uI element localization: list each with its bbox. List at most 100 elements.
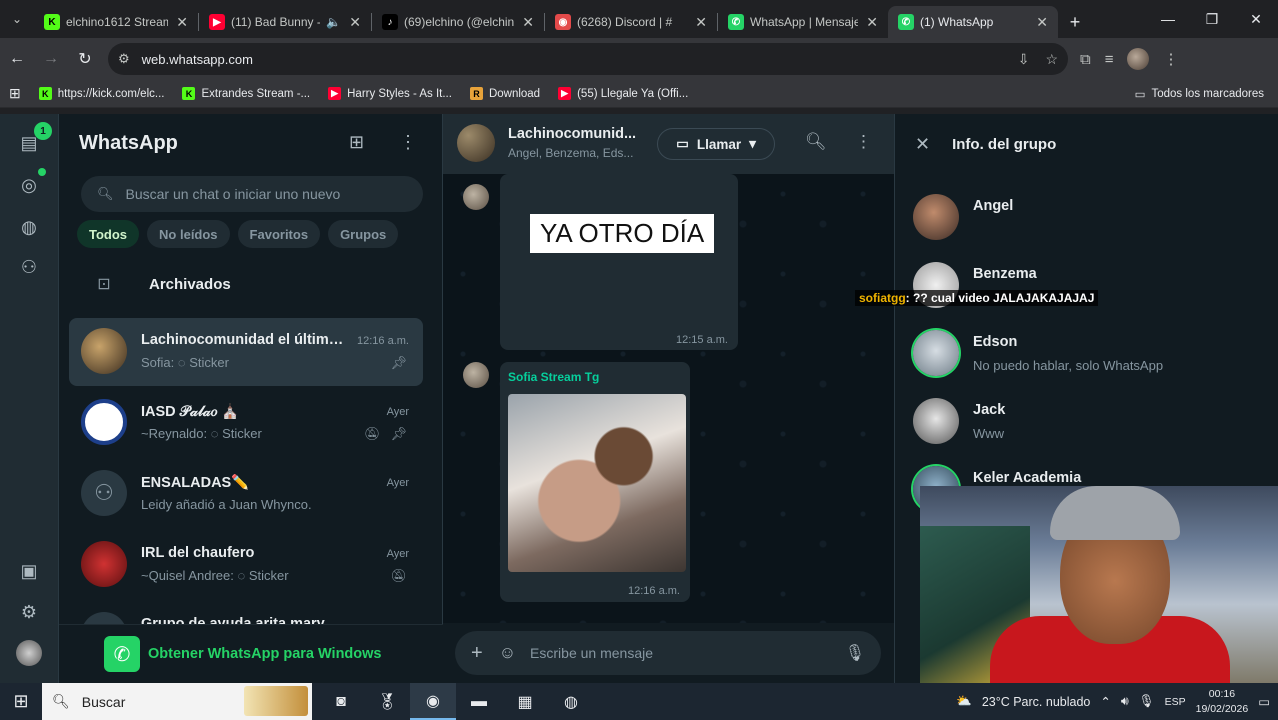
archive-icon: ⊡ [97, 276, 111, 293]
bookmark-item[interactable]: ▶ Harry Styles - As It... [319, 87, 461, 100]
webcam-overlay [920, 486, 1278, 683]
avatar [81, 612, 127, 624]
close-tab-icon[interactable]: ✕ [695, 14, 707, 31]
chevron-down-icon: ▾ [749, 136, 756, 151]
kick-icon: K [182, 87, 196, 100]
new-chat-icon[interactable]: ⊞ [349, 132, 364, 153]
microphone-icon[interactable]: 🎙︎ [845, 643, 865, 663]
show-hidden-icons-icon[interactable]: ⌃ [1100, 694, 1110, 709]
apps-icon[interactable]: ⊞ [0, 85, 30, 102]
install-app-icon[interactable]: ⇩ [1018, 51, 1030, 68]
audio-playing-icon[interactable]: 🔈 [326, 15, 341, 29]
photo-message[interactable]: Sofia Stream Tg 12:16 a.m. [500, 362, 690, 602]
search-icon[interactable]: 🔍︎ [805, 132, 827, 152]
all-bookmarks[interactable]: ▭ Todos los marcadores [1126, 87, 1278, 101]
volume-icon[interactable]: 🔊︎ [1121, 694, 1129, 709]
bookmark-item[interactable]: K https://kick.com/elc... [30, 87, 174, 100]
close-tab-icon[interactable]: ✕ [866, 14, 878, 31]
filter-grupos[interactable]: Grupos [328, 220, 399, 248]
tab-search-dropdown-icon[interactable]: ⌄ [0, 0, 34, 38]
chat-row[interactable]: IRL del chaufero Ayer ~Quisel Andree: ◌ … [69, 531, 423, 599]
bookmark-star-icon[interactable]: ☆ [1045, 51, 1058, 68]
discord-icon: ◉ [555, 14, 571, 30]
chrome-icon[interactable]: ◉ [410, 683, 456, 720]
browser-tab[interactable]: ✆ WhatsApp | Mensaje ✕ [718, 6, 888, 38]
member-row[interactable]: Jack Www [911, 394, 1271, 454]
archived-row[interactable]: ⊡ Archivados [59, 264, 443, 304]
clock[interactable]: 00:16 19/02/2026 [1196, 687, 1249, 717]
folder-icon: ▭ [1134, 88, 1146, 101]
close-tab-icon[interactable]: ✕ [522, 14, 534, 31]
filter-favoritos[interactable]: Favoritos [237, 220, 321, 248]
microphone-icon[interactable]: 🎙︎ [1139, 694, 1155, 709]
windows-start-icon[interactable]: ⊞ [0, 691, 42, 712]
photo-image[interactable] [508, 394, 686, 572]
bookmark-item[interactable]: ▶ (55) Llegale Ya (Offi... [549, 87, 697, 100]
notifications-icon[interactable]: ▭ [1258, 694, 1270, 709]
filter-no-leidos[interactable]: No leídos [147, 220, 230, 248]
new-tab-button[interactable]: + [1058, 6, 1092, 38]
site-info-icon[interactable]: ⚙ [118, 51, 130, 67]
group-name[interactable]: Lachinocomunid... [508, 126, 638, 142]
close-icon[interactable]: ✕ [915, 134, 930, 155]
obs-icon[interactable]: ◍ [548, 683, 594, 720]
member-row[interactable]: Edson No puedo hablar, solo WhatsApp [911, 326, 1271, 386]
status-icon[interactable]: ◎ [16, 172, 42, 198]
browser-tab[interactable]: ▶ (11) Bad Bunny - 🔈 ✕ [199, 6, 371, 38]
restore-icon[interactable]: ❐ [1190, 11, 1234, 28]
bookmark-item[interactable]: K Extrandes Stream -... [173, 87, 319, 100]
close-tab-icon[interactable]: ✕ [349, 14, 361, 31]
call-button[interactable]: ▭ Llamar ▾ [657, 128, 775, 160]
chat-row[interactable]: ⚇ ENSALADAS✏️ Ayer Leidy añadió a Juan W… [69, 460, 423, 528]
settings-icon[interactable]: ⚙ [16, 599, 42, 625]
outlook-icon[interactable]: ◙ [318, 683, 364, 720]
forward-icon[interactable]: → [34, 42, 68, 76]
back-icon[interactable]: ← [0, 42, 34, 76]
avatar [913, 194, 959, 240]
channels-icon[interactable]: ◍ [16, 214, 42, 240]
filter-todos[interactable]: Todos [77, 220, 140, 248]
browser-tab[interactable]: ♪ (69)elchino (@elchino ✕ [372, 6, 544, 38]
search-highlight-image [244, 686, 308, 716]
attach-plus-icon[interactable]: + [471, 642, 483, 665]
reload-icon[interactable]: ↻ [68, 42, 102, 76]
search-input[interactable]: 🔍︎ Buscar un chat o iniciar uno nuevo [81, 176, 423, 212]
member-row[interactable]: Angel [911, 190, 1271, 250]
sticker-message[interactable]: YA OTRO DÍA 12:15 a.m. [500, 174, 738, 350]
get-whatsapp-windows-banner[interactable]: ✆ Obtener WhatsApp para Windows [59, 624, 443, 683]
badge-app-icon[interactable]: 🏅︎ [364, 683, 410, 720]
browser-tab[interactable]: ◉ (6268) Discord | # ✕ [545, 6, 717, 38]
weather-icon[interactable]: ⛅ [956, 694, 972, 709]
status-dot [38, 168, 46, 176]
message-input[interactable]: + ☺ Escribe un mensaje 🎙︎ [455, 631, 881, 675]
address-bar[interactable]: ⚙ web.whatsapp.com ⇩ ☆ [108, 43, 1068, 75]
profile-avatar[interactable] [16, 640, 42, 666]
media-icon[interactable]: ▣ [16, 558, 42, 584]
conversation-header[interactable]: Lachinocomunid... Angel, Benzema, Eds...… [443, 114, 894, 174]
bookmark-item[interactable]: R Download [461, 87, 549, 100]
media-controls-icon[interactable]: ≡ [1105, 51, 1114, 68]
chat-row[interactable]: Grupo de ayuda arita mary [69, 602, 423, 624]
extensions-icon[interactable]: ⧉ [1080, 51, 1091, 68]
group-avatar[interactable] [457, 124, 495, 162]
url-text[interactable]: web.whatsapp.com [142, 52, 1002, 67]
close-tab-icon[interactable]: ✕ [176, 14, 188, 31]
member-row[interactable]: Benzema [911, 258, 1271, 318]
profile-avatar[interactable] [1127, 48, 1150, 70]
close-window-icon[interactable]: ✕ [1234, 11, 1278, 28]
browser-tab[interactable]: K elchino1612 Stream - ✕ [34, 6, 198, 38]
menu-icon[interactable]: ⋮ [855, 132, 872, 152]
menu-icon[interactable]: ⋮ [399, 132, 417, 153]
store-icon[interactable]: ▦ [502, 683, 548, 720]
browser-tab-active[interactable]: ✆ (1) WhatsApp ✕ [888, 6, 1058, 38]
chat-row[interactable]: IASD 𝒫𝒶𝓁𝒶𝑜 ⛪ Ayer ~Reynaldo: ◌ Sticker 🔕… [69, 389, 423, 457]
chat-row[interactable]: Lachinocomunidad el último ... 12:16 a.m… [69, 318, 423, 386]
communities-icon[interactable]: ⚇ [16, 254, 42, 280]
chrome-menu-icon[interactable]: ⋮ [1163, 50, 1178, 68]
sticker-icon[interactable]: ☺ [499, 643, 516, 663]
file-explorer-icon[interactable]: ▬ [456, 683, 502, 720]
close-tab-icon[interactable]: ✕ [1036, 14, 1048, 31]
taskbar-search[interactable]: 🔍︎ Buscar [42, 683, 312, 720]
stream-chat-overlay: sofiatgg: ?? cual video JALAJAKAJAJAJ [855, 290, 1099, 306]
minimize-icon[interactable]: — [1146, 11, 1190, 27]
